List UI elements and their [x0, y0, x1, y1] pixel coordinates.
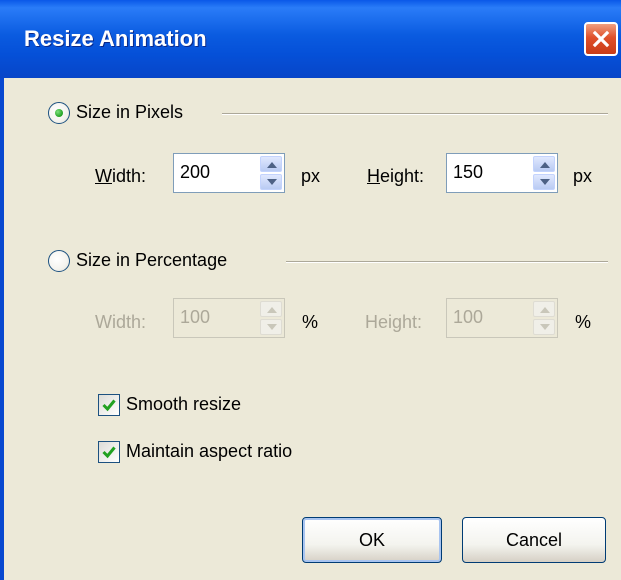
checkmark-icon — [102, 446, 116, 459]
percentage-width-down-button[interactable] — [260, 319, 282, 335]
percentage-height-down-button[interactable] — [533, 319, 555, 335]
pixels-width-down-button[interactable] — [260, 174, 282, 190]
pixels-width-label: Width: — [95, 166, 146, 187]
pixels-width-stepper[interactable]: 200 — [173, 153, 285, 193]
arrow-up-icon — [540, 162, 550, 168]
percentage-height-up-button[interactable] — [533, 301, 555, 317]
close-button[interactable] — [584, 22, 618, 56]
pixels-height-up-button[interactable] — [533, 156, 555, 172]
dialog-body: Size in Pixels Width: 200 px Height: 150 — [4, 78, 621, 580]
percentage-width-unit: % — [302, 312, 319, 332]
pixels-height-input[interactable]: 150 — [453, 162, 483, 183]
percentage-height-unit: % — [575, 312, 592, 332]
title-bar[interactable]: Resize Animation — [0, 0, 621, 78]
smooth-resize-label[interactable]: Smooth resize — [126, 394, 241, 415]
arrow-up-icon — [540, 307, 550, 313]
pixels-width-label-rest: idth: — [112, 166, 147, 186]
pixels-group-separator — [222, 113, 608, 115]
ok-button[interactable]: OK — [302, 517, 442, 563]
size-in-pixels-label[interactable]: Size in Pixels — [76, 102, 183, 123]
percentage-height-input[interactable]: 100 — [453, 307, 483, 328]
maintain-aspect-ratio-checkbox[interactable] — [98, 441, 120, 463]
pixels-height-label: Height: — [367, 166, 424, 187]
percentage-width-stepper[interactable]: 100 — [173, 298, 285, 338]
pixels-width-unit: px — [301, 166, 321, 186]
size-in-percentage-label[interactable]: Size in Percentage — [76, 250, 227, 271]
smooth-resize-checkbox[interactable] — [98, 394, 120, 416]
percentage-group-separator — [286, 261, 608, 263]
percentage-height-spin-arrows — [533, 301, 555, 335]
arrow-down-icon — [540, 179, 550, 185]
arrow-down-icon — [267, 179, 277, 185]
pixels-width-mnemonic: W — [95, 166, 112, 186]
percentage-height-stepper[interactable]: 100 — [446, 298, 558, 338]
resize-animation-dialog: Resize Animation Size in Pixels Width: 2… — [0, 0, 621, 580]
pixels-height-spin-arrows — [533, 156, 555, 190]
arrow-up-icon — [267, 307, 277, 313]
percentage-width-input[interactable]: 100 — [180, 307, 210, 328]
pixels-width-spin-arrows — [260, 156, 282, 190]
percentage-width-label: Width: — [95, 312, 147, 332]
pixels-width-input[interactable]: 200 — [180, 162, 210, 183]
size-in-percentage-radio[interactable] — [48, 250, 70, 272]
maintain-aspect-ratio-label[interactable]: Maintain aspect ratio — [126, 441, 292, 462]
arrow-up-icon — [267, 162, 277, 168]
arrow-down-icon — [267, 324, 277, 330]
pixels-height-unit: px — [573, 166, 593, 186]
radio-selected-dot — [55, 109, 63, 117]
cancel-button[interactable]: Cancel — [462, 517, 606, 563]
pixels-height-mnemonic: H — [367, 166, 380, 186]
percentage-width-up-button[interactable] — [260, 301, 282, 317]
pixels-height-label-rest: eight: — [380, 166, 425, 186]
arrow-down-icon — [540, 324, 550, 330]
checkmark-icon — [102, 399, 116, 412]
size-in-pixels-radio[interactable] — [48, 102, 70, 124]
dialog-title: Resize Animation — [24, 26, 207, 51]
close-icon — [592, 30, 610, 48]
pixels-height-stepper[interactable]: 150 — [446, 153, 558, 193]
percentage-width-spin-arrows — [260, 301, 282, 335]
pixels-height-down-button[interactable] — [533, 174, 555, 190]
pixels-width-up-button[interactable] — [260, 156, 282, 172]
percentage-height-label: Height: — [365, 312, 423, 332]
